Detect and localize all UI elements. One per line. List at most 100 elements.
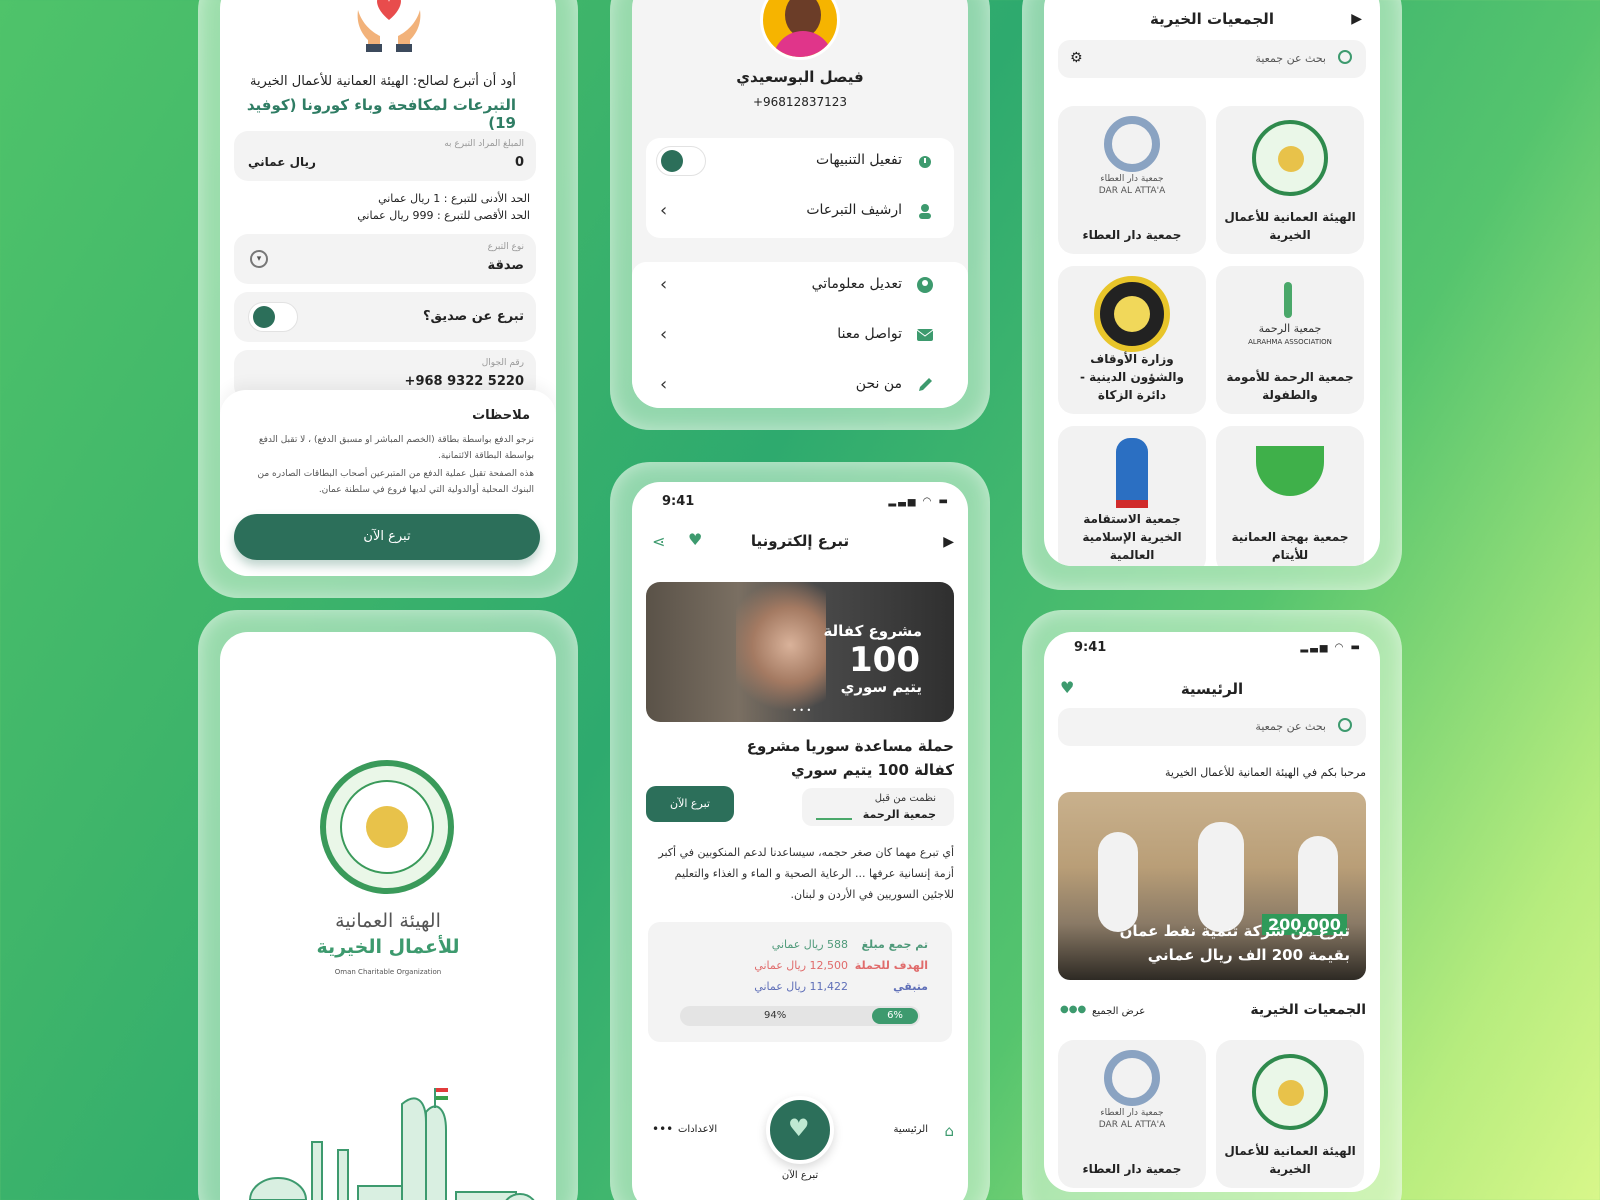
awqaf-logo (1094, 276, 1170, 352)
donation-type-value: صدقة (487, 258, 524, 273)
bahja-logo (1256, 446, 1324, 496)
carousel-dots[interactable]: • • • (792, 706, 811, 715)
status-icons: ▂▃▅ ◠ ▬ (1300, 642, 1362, 653)
campaign-description: أي تبرع مهما كان صغر حجمه، سيساعدنا لدعم… (658, 846, 954, 901)
chevron-left-icon: ‹ (660, 200, 668, 221)
menu-label-notifications: تفعيل التنبيهات (816, 152, 902, 168)
oman-charity-logo (1252, 1054, 1328, 1130)
phone-label: رقم الجوال (481, 358, 524, 368)
home-screen: 9:41 ▂▃▅ ◠ ▬ الرئيسية ♥ بحث عن جمعية مرح… (1044, 632, 1380, 1192)
splash-title-line1: الهيئة العمانية (335, 910, 441, 932)
nav-home[interactable]: ⌂ الرئيسية (864, 1122, 954, 1142)
alarm-icon (914, 152, 934, 172)
view-all-link[interactable]: عرض الجميع (1092, 1006, 1145, 1017)
chevron-down-icon: ▾ (250, 250, 268, 268)
org-card-6[interactable]: جمعية الاستقامة الخيرية الإسلامية العالم… (1058, 426, 1206, 566)
news-banner[interactable]: 200,000 تبرع من شركة تنمية نفط عمان بقيم… (1058, 792, 1366, 980)
org-card-1[interactable]: الهيئة العمانية للأعمال الخيرية (1216, 106, 1364, 254)
oman-charity-logo (1252, 120, 1328, 196)
stat-raised-label: تم جمع مبلغ (861, 938, 928, 951)
nav-donate-button[interactable]: ♥ (766, 1096, 834, 1164)
progress-bar: 94% 6% (680, 1006, 920, 1026)
menu-item-contact[interactable]: تواصل معنا (646, 312, 946, 360)
campaign-title: التبرعات لمكافحة وباء كورونا (كوفيد 19) (246, 96, 516, 132)
organizer-logo (816, 794, 852, 820)
org-name: جمعية بهجة العمانية للأيتام (1231, 530, 1349, 562)
pager-dots: ●●● (1060, 1004, 1087, 1015)
notifications-toggle[interactable] (656, 146, 706, 176)
max-amount-note: الحد الأقصى للتبرع : 999 ريال عماني (357, 209, 530, 222)
status-time: 9:41 (662, 494, 695, 509)
menu-item-archive[interactable]: ارشيف التبرعات (646, 188, 946, 236)
campaign-donate-button[interactable]: تبرع الآن (646, 786, 734, 822)
menu-item-about[interactable]: من نحن (646, 362, 946, 408)
alrahma-logo (1284, 282, 1292, 318)
back-arrow-icon[interactable]: ▶ (943, 534, 954, 550)
back-arrow-icon[interactable]: ▶ (1351, 11, 1362, 27)
search-icon (1338, 718, 1352, 732)
search-icon (1338, 50, 1352, 64)
org-name: الهيئة العمانية للأعمال الخيرية (1224, 1144, 1356, 1176)
min-amount-note: الحد الأدنى للتبرع : 1 ريال عماني (378, 192, 530, 205)
org-card-1[interactable]: الهيئة العمانية للأعمال الخيرية (1216, 1040, 1364, 1188)
phone-value: +968 9322 5220 (404, 374, 524, 389)
campaign-banner: مشروع كفالة 100 يتيم سوري • • • (646, 582, 954, 722)
org-name: جمعية الرحمة للأمومة والطفولة (1226, 370, 1354, 402)
org-name: جمعية دار العطاء (1082, 228, 1182, 242)
alrahma-logo-sub: ALRAHMA ASSOCIATION (1248, 338, 1332, 346)
menu-item-edit-info[interactable]: تعديل معلوماتي (646, 262, 946, 310)
donation-type-select[interactable]: نوع التبرع صدقة ▾ (234, 234, 536, 284)
donate-now-button[interactable]: تبرع الآن (234, 514, 540, 560)
org-card-5[interactable]: جمعية بهجة العمانية للأيتام (1216, 426, 1364, 566)
menu-label-about: من نحن (855, 376, 902, 392)
section-title: الجمعيات الخيرية (1250, 1002, 1366, 1018)
friend-donation-toggle[interactable] (248, 302, 298, 332)
stat-remaining-value: 11,422 ريال عماني (754, 980, 848, 993)
donation-type-label: نوع التبرع (487, 242, 524, 252)
organizer-name: جمعية الرحمة (862, 808, 936, 821)
filter-icon[interactable]: ⚙ (1070, 50, 1083, 66)
home-icon: ⌂ (944, 1122, 954, 1140)
dar-al-ataa-logo (1104, 116, 1160, 172)
org-card-2[interactable]: جمعية دار العطاء DAR AL ATTA'A جمعية دار… (1058, 1040, 1206, 1188)
charities-screen: الجمعيات الخيرية ▶ بحث عن جمعية ⚙ الهيئة… (1044, 0, 1380, 566)
notes-title: ملاحظات (472, 408, 530, 423)
profile-name: فيصل البوسعيدي (736, 68, 864, 86)
dar-al-ataa-logo-text: جمعية دار العطاء (1100, 1108, 1164, 1118)
favorite-icon[interactable]: ♥ (1060, 678, 1074, 697)
search-bar[interactable]: بحث عن جمعية ⚙ (1058, 40, 1366, 78)
dar-al-ataa-logo (1104, 1050, 1160, 1106)
nav-home-label: الرئيسية (893, 1124, 928, 1135)
splash-subtitle: Oman Charitable Organization (334, 968, 442, 976)
nav-donate-label: تبرع الآن (781, 1170, 819, 1181)
dar-al-ataa-logo-text: جمعية دار العطاء (1100, 174, 1164, 184)
settings-group-1: تفعيل التنبيهات ارشيف التبرعات ‹ (646, 138, 954, 238)
amount-label: المبلغ المراد التبرع به (444, 139, 524, 149)
currency-label: ريال عماني (248, 155, 316, 169)
hands-heart-icon: ♥ (788, 1114, 810, 1142)
campaign-title: حملة مساعدة سوريا مشروع كفالة 100 يتيم س… (746, 737, 954, 779)
dar-al-ataa-logo-sub: DAR AL ATTA'A (1098, 186, 1166, 196)
campaign-screen-title: تبرع إلكترونيا (750, 532, 850, 550)
chevron-left-icon: ‹ (660, 274, 668, 295)
stat-raised-value: 588 ريال عماني (771, 938, 848, 951)
org-card-3[interactable]: جمعية الرحمة ALRAHMA ASSOCIATION جمعية ا… (1216, 266, 1364, 414)
share-icon[interactable]: ⋖ (652, 532, 665, 551)
profile-phone: +96812837123 (752, 95, 848, 109)
avatar (760, 0, 840, 60)
pencil-icon (914, 376, 934, 396)
org-name: الهيئة العمانية للأعمال الخيرية (1224, 210, 1356, 242)
nav-settings-label: الاعدادات (678, 1124, 718, 1135)
friend-donation-label: تبرع عن صديق؟ (423, 309, 524, 324)
donate-form-screen: أود أن أتبرع لصالح: الهيئة العمانية للأع… (220, 0, 556, 576)
org-card-4[interactable]: وزارة الأوقاف والشؤون الدينية - دائرة ال… (1058, 266, 1206, 414)
favorite-icon[interactable]: ♥ (688, 530, 702, 549)
nav-settings[interactable]: ••• الاعدادات (652, 1122, 742, 1142)
friend-donation-row: تبرع عن صديق؟ (234, 292, 536, 342)
campaign-screen: 9:41 ▂▃▅ ◠ ▬ تبرع إلكترونيا ▶ ⋖ ♥ مشروع … (632, 482, 968, 1200)
amount-field[interactable]: المبلغ المراد التبرع به 0 ريال عماني (234, 131, 536, 181)
search-bar[interactable]: بحث عن جمعية (1058, 708, 1366, 746)
banner-line2: يتيم سوري (840, 678, 922, 696)
organizer-card: نظمت من قبل جمعية الرحمة (802, 788, 954, 826)
org-card-2[interactable]: جمعية دار العطاء DAR AL ATTA'A جمعية دار… (1058, 106, 1206, 254)
